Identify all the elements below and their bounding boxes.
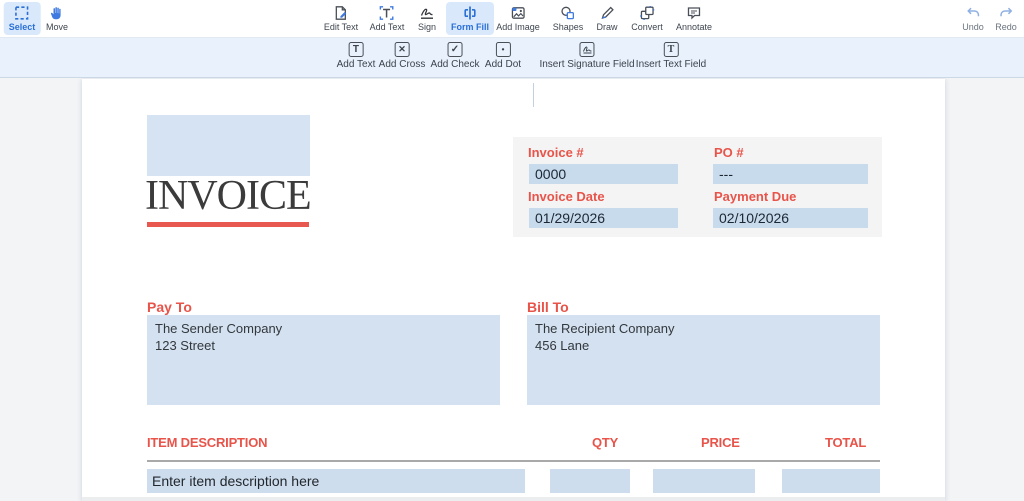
select-label: Select xyxy=(8,22,36,32)
invoice-number-field[interactable]: 0000 xyxy=(529,164,678,184)
formfill-add-dot-button[interactable]: • Add Dot xyxy=(485,42,521,74)
undo-button[interactable]: Undo xyxy=(957,2,989,35)
main-toolbar: Select Move Edit Text Add Text Sign Form… xyxy=(0,0,1024,38)
annotate-label: Annotate xyxy=(675,22,713,32)
payment-due-field[interactable]: 02/10/2026 xyxy=(713,208,868,228)
formfill-add-cross-button[interactable]: ✕ Add Cross xyxy=(378,42,426,74)
edit-text-button[interactable]: Edit Text xyxy=(319,2,363,35)
item-description-header: ITEM DESCRIPTION xyxy=(147,435,268,450)
document-canvas[interactable]: INVOICE Invoice # PO # 0000 --- Invoice … xyxy=(0,78,1024,501)
item-qty-field[interactable] xyxy=(550,469,630,493)
draw-button[interactable]: Draw xyxy=(591,2,622,35)
redo-icon xyxy=(997,4,1014,21)
table-header-rule xyxy=(147,460,880,462)
add-image-label: Add Image xyxy=(496,22,540,32)
pay-to-label: Pay To xyxy=(147,299,192,315)
invoice-title: INVOICE xyxy=(145,173,312,219)
move-label: Move xyxy=(45,22,69,32)
invoice-date-label: Invoice Date xyxy=(528,189,605,204)
add-image-button[interactable]: Add Image xyxy=(491,2,545,35)
insert-text-field-button[interactable]: T Insert Text Field xyxy=(636,42,706,74)
sign-label: Sign xyxy=(417,22,437,32)
redo-button[interactable]: Redo xyxy=(990,2,1022,35)
shapes-icon xyxy=(560,4,577,21)
next-row-edge xyxy=(82,497,945,501)
formfill-add-check-button[interactable]: ✓ Add Check xyxy=(430,42,480,74)
qty-header: QTY xyxy=(592,435,619,450)
total-header: TOTAL xyxy=(825,435,867,450)
image-icon xyxy=(510,4,527,21)
po-number-label: PO # xyxy=(714,145,744,160)
convert-button[interactable]: Convert xyxy=(626,2,668,35)
speech-bubble-icon xyxy=(686,4,703,21)
annotate-button[interactable]: Annotate xyxy=(671,2,717,35)
boxed-t-icon: T xyxy=(348,42,364,57)
add-text-label: Add Text xyxy=(369,22,405,32)
text-field-icon: T xyxy=(663,42,679,57)
insert-text-field-label: Insert Text Field xyxy=(635,59,707,70)
formfill-add-cross-label: Add Cross xyxy=(378,59,426,70)
invoice-page: INVOICE Invoice # PO # 0000 --- Invoice … xyxy=(82,79,945,501)
bill-to-line1: The Recipient Company xyxy=(535,321,675,336)
sign-button[interactable]: Sign xyxy=(413,2,441,35)
pay-to-line2: 123 Street xyxy=(155,338,215,353)
formfill-add-dot-label: Add Dot xyxy=(484,59,522,70)
edit-text-icon xyxy=(332,4,349,21)
edit-text-label: Edit Text xyxy=(323,22,359,32)
toolbar-divider xyxy=(533,83,534,107)
item-total-field[interactable] xyxy=(782,469,880,493)
form-fill-toolbar: T Add Text ✕ Add Cross ✓ Add Check • Add… xyxy=(0,38,1024,107)
form-fill-icon xyxy=(462,4,479,21)
undo-icon xyxy=(964,4,981,21)
convert-icon xyxy=(638,4,655,21)
formfill-add-text-button[interactable]: T Add Text xyxy=(336,42,376,74)
shapes-button[interactable]: Shapes xyxy=(548,2,589,35)
insert-signature-field-label: Insert Signature Field xyxy=(539,59,635,70)
move-button[interactable]: Move xyxy=(41,2,73,35)
form-fill-button[interactable]: Form Fill xyxy=(446,2,494,35)
pencil-icon xyxy=(598,4,615,21)
logo-placeholder[interactable] xyxy=(147,115,310,176)
pay-to-line1: The Sender Company xyxy=(155,321,283,336)
invoice-number-label: Invoice # xyxy=(528,145,584,160)
select-button[interactable]: Select xyxy=(3,2,41,35)
convert-label: Convert xyxy=(631,22,663,32)
title-underline xyxy=(147,222,309,227)
shapes-label: Shapes xyxy=(552,22,584,32)
boxed-check-icon: ✓ xyxy=(447,42,463,57)
redo-label: Redo xyxy=(995,22,1017,32)
hand-icon xyxy=(48,4,65,21)
select-icon xyxy=(14,4,31,21)
draw-label: Draw xyxy=(596,22,618,32)
bill-to-field[interactable]: The Recipient Company 456 Lane xyxy=(527,315,880,405)
undo-label: Undo xyxy=(962,22,984,32)
add-text-button[interactable]: Add Text xyxy=(365,2,410,35)
formfill-add-check-label: Add Check xyxy=(430,59,480,70)
insert-signature-field-button[interactable]: Insert Signature Field xyxy=(539,42,635,74)
item-price-field[interactable] xyxy=(653,469,755,493)
form-fill-label: Form Fill xyxy=(451,22,489,32)
formfill-add-text-label: Add Text xyxy=(336,59,376,70)
bill-to-line2: 456 Lane xyxy=(535,338,590,353)
boxed-cross-icon: ✕ xyxy=(394,42,410,57)
pdf-editor-app: Select Move Edit Text Add Text Sign Form… xyxy=(0,0,1024,501)
pay-to-field[interactable]: The Sender Company 123 Street xyxy=(147,315,500,405)
signature-icon xyxy=(418,4,435,21)
invoice-date-field[interactable]: 01/29/2026 xyxy=(529,208,678,228)
boxed-dot-icon: • xyxy=(495,42,511,57)
item-description-field[interactable]: Enter item description here xyxy=(147,469,525,493)
payment-due-label: Payment Due xyxy=(714,189,797,204)
po-number-field[interactable]: --- xyxy=(713,164,868,184)
add-text-icon xyxy=(378,4,395,21)
bill-to-label: Bill To xyxy=(527,299,569,315)
signature-field-icon xyxy=(579,42,595,57)
price-header: PRICE xyxy=(701,435,740,450)
